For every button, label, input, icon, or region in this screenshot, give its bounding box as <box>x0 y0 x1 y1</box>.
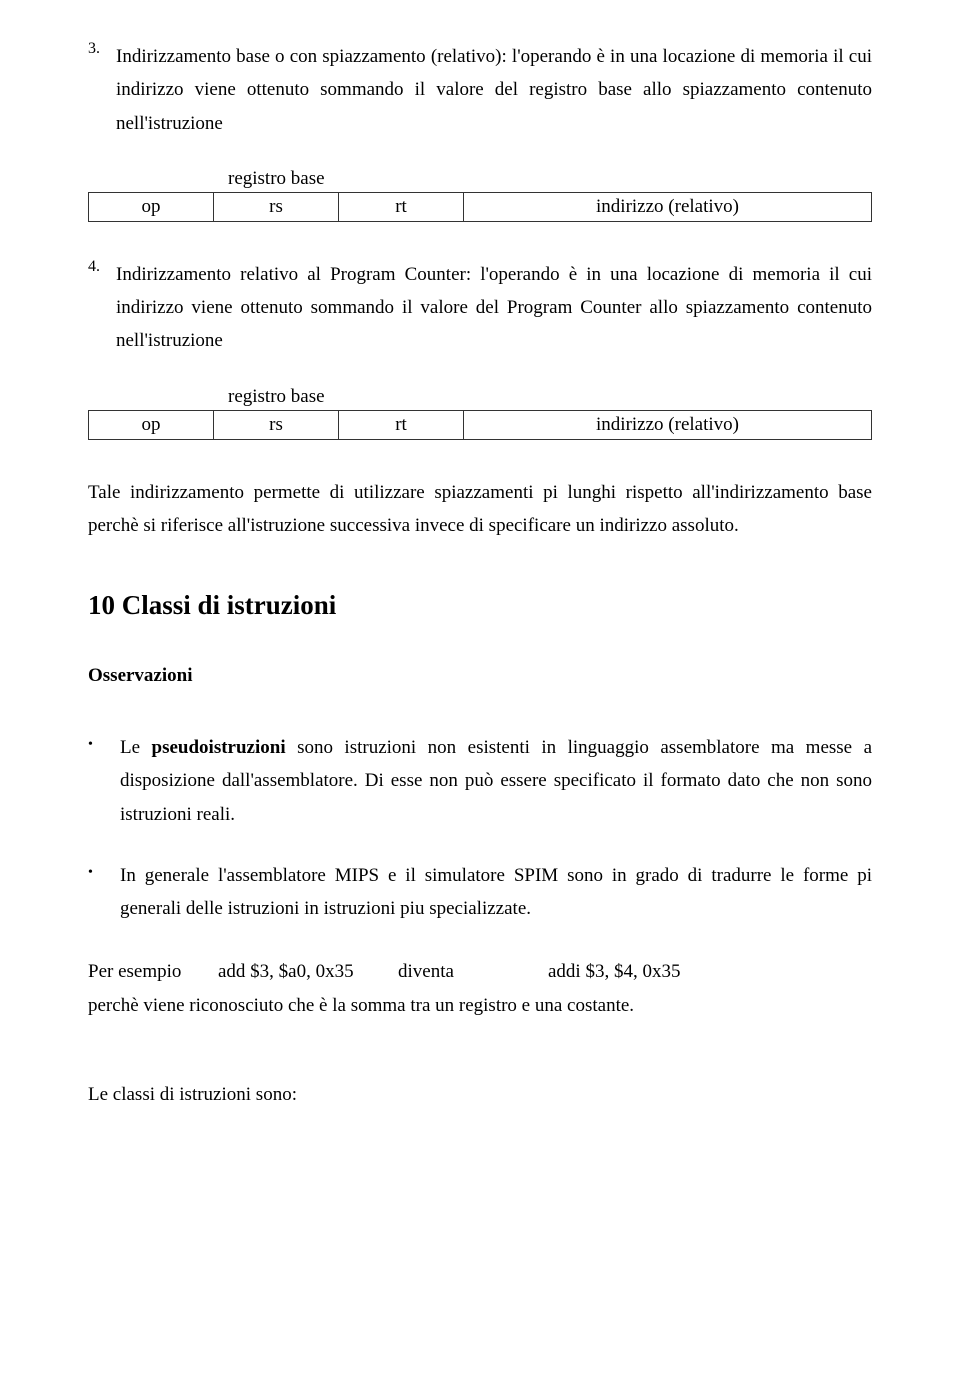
list-marker-4: 4. <box>88 258 116 358</box>
cell-rs: rs <box>214 410 339 439</box>
heading-osservazioni: Osservazioni <box>88 665 872 687</box>
list-text-4: Indirizzamento relativo al Program Count… <box>116 258 872 358</box>
cell-addr: indirizzo (relativo) <box>464 192 872 221</box>
table-row: op rs rt indirizzo (relativo) <box>89 192 872 221</box>
cell-op: op <box>89 192 214 221</box>
bullet-list: • Le pseudoistruzioni sono istruzioni no… <box>88 731 872 925</box>
registro-base-label-2: registro base <box>228 386 872 408</box>
example-row: Per esempio add $3, $a0, 0x35 diventa ad… <box>88 955 872 988</box>
bullet1-pre: Le <box>120 737 152 758</box>
instruction-format-table-2: registro base op rs rt indirizzo (relati… <box>88 386 872 440</box>
paragraph-tale: Tale indirizzamento permette di utilizza… <box>88 476 872 543</box>
instruction-format-table-1: registro base op rs rt indirizzo (relati… <box>88 168 872 222</box>
bullet-item-1: • Le pseudoistruzioni sono istruzioni no… <box>88 731 872 831</box>
example-become: diventa <box>398 955 548 988</box>
cell-rt: rt <box>339 410 464 439</box>
heading-10: 10 Classi di istruzioni <box>88 590 872 621</box>
bullet-body-2: In generale l'assemblatore MIPS e il sim… <box>120 859 872 926</box>
bullet1-bold: pseudoistruzioni <box>152 737 286 758</box>
document-page: 3. Indirizzamento base o con spiazzament… <box>0 0 960 1165</box>
example-label: Per esempio <box>88 955 218 988</box>
example-rhs: addi $3, $4, 0x35 <box>548 955 872 988</box>
bullet-item-2: • In generale l'assemblatore MIPS e il s… <box>88 859 872 926</box>
cell-op: op <box>89 410 214 439</box>
list-marker-3: 3. <box>88 40 116 140</box>
final-line: Le classi di istruzioni sono: <box>88 1084 872 1106</box>
list-item-3: 3. Indirizzamento base o con spiazzament… <box>88 40 872 140</box>
format-table-1: op rs rt indirizzo (relativo) <box>88 192 872 222</box>
cell-rt: rt <box>339 192 464 221</box>
table-row: op rs rt indirizzo (relativo) <box>89 410 872 439</box>
bullet-body-1: Le pseudoistruzioni sono istruzioni non … <box>120 731 872 831</box>
example-lhs: add $3, $a0, 0x35 <box>218 955 398 988</box>
list-text-3: Indirizzamento base o con spiazzamento (… <box>116 40 872 140</box>
bullet-marker-icon: • <box>88 859 120 926</box>
cell-rs: rs <box>214 192 339 221</box>
list-item-4: 4. Indirizzamento relativo al Program Co… <box>88 258 872 358</box>
bullet-marker-icon: • <box>88 731 120 831</box>
format-table-2: op rs rt indirizzo (relativo) <box>88 410 872 440</box>
example-reason: perchè viene riconosciuto che è la somma… <box>88 989 872 1022</box>
registro-base-label-1: registro base <box>228 168 872 190</box>
cell-addr: indirizzo (relativo) <box>464 410 872 439</box>
